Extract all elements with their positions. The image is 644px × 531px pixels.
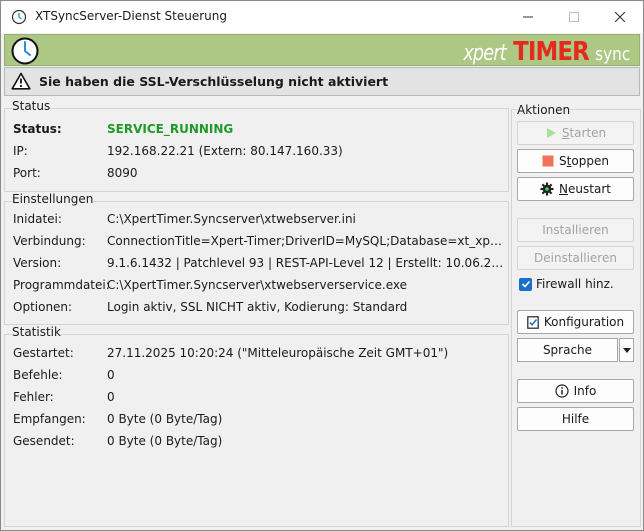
ssl-warning-bar: Sie haben die SSL-Verschlüsselung nicht … (4, 67, 640, 96)
port-value: 8090 (107, 166, 138, 180)
started-value: 27.11.2025 10:20:24 ("Mitteleuropäische … (107, 346, 449, 360)
group-title: Statistik (12, 325, 61, 339)
firewall-label: Firewall hinz. (536, 277, 614, 291)
minimize-button[interactable] (505, 1, 551, 33)
header-banner: xpert TIMER sync (4, 34, 640, 67)
sent-label: Gesendet: (13, 434, 75, 448)
options-label: Optionen: (13, 300, 73, 314)
connection-label: Verbindung: (13, 234, 86, 248)
connection-value: ConnectionTitle=Xpert-Timer;DriverID=MyS… (107, 234, 507, 248)
window-title: XTSyncServer-Dienst Steuerung (35, 9, 227, 23)
language-arrow[interactable] (619, 338, 634, 362)
errors-value: 0 (107, 390, 115, 404)
ip-value: 192.168.22.21 (Extern: 80.147.160.33) (107, 144, 343, 158)
status-label: Status: (13, 122, 62, 136)
commands-value: 0 (107, 368, 115, 382)
received-label: Empfangen: (13, 412, 86, 426)
statistics-group: Statistik Gestartet: 27.11.2025 10:20:24… (4, 325, 509, 527)
program-file-value: C:\XpertTimer.Syncserver\xtwebserverserv… (107, 278, 407, 292)
commands-label: Befehle: (13, 368, 63, 382)
language-button[interactable]: Sprache (517, 338, 618, 362)
status-value: SERVICE_RUNNING (107, 122, 234, 136)
xperttimer-logo: xpert TIMER sync (463, 37, 630, 67)
program-file-label: Programmdatei: (13, 278, 110, 292)
group-title: Aktionen (517, 103, 571, 117)
info-button[interactable]: Info (517, 379, 634, 403)
uninstall-button[interactable]: Deinstallieren (517, 246, 634, 270)
app-window: XTSyncServer-Dienst Steuerung xpert TIME… (0, 0, 644, 531)
stop-button[interactable]: Stoppen (517, 149, 634, 173)
close-icon (615, 12, 625, 22)
restart-button[interactable]: Neustart (517, 177, 634, 201)
maximize-icon (569, 12, 579, 22)
errors-label: Fehler: (13, 390, 54, 404)
configuration-button[interactable]: Konfiguration (517, 310, 634, 334)
inifile-value: C:\XpertTimer.Syncserver\xtwebserver.ini (107, 212, 356, 226)
ip-label: IP: (13, 144, 28, 158)
checkmark-icon (521, 280, 530, 288)
options-value: Login aktiv, SSL NICHT aktiv, Kodierung:… (107, 300, 408, 314)
close-button[interactable] (597, 1, 643, 33)
title-bar[interactable]: XTSyncServer-Dienst Steuerung (1, 1, 643, 33)
status-group: Status Status: SERVICE_RUNNING IP: 192.1… (4, 99, 509, 192)
config-checklist-icon (527, 315, 539, 329)
settings-group: Einstellungen Inidatei: C:\XpertTimer.Sy… (4, 192, 509, 325)
clock-icon (11, 9, 27, 25)
info-panel: Status Status: SERVICE_RUNNING IP: 192.1… (4, 99, 509, 527)
inifile-label: Inidatei: (13, 212, 62, 226)
group-title: Status (12, 99, 51, 113)
received-value: 0 Byte (0 Byte/Tag) (107, 412, 223, 426)
install-button[interactable]: Installieren (517, 218, 634, 242)
start-button[interactable]: Starten (517, 121, 634, 145)
language-dropdown[interactable]: Sprache (517, 338, 634, 362)
maximize-button[interactable] (551, 1, 597, 33)
group-title: Einstellungen (12, 192, 94, 206)
started-label: Gestartet: (13, 346, 74, 360)
actions-panel: Aktionen Starten Stoppen Neustart Instal… (511, 99, 641, 527)
play-icon (546, 128, 556, 138)
sent-value: 0 Byte (0 Byte/Tag) (107, 434, 223, 448)
firewall-checkbox[interactable]: Firewall hinz. (519, 277, 614, 291)
version-label: Version: (13, 256, 62, 270)
help-button[interactable]: Hilfe (517, 407, 634, 431)
gear-icon (540, 182, 554, 196)
warning-text: Sie haben die SSL-Verschlüsselung nicht … (39, 74, 389, 89)
port-label: Port: (13, 166, 41, 180)
caret-down-icon (622, 347, 631, 353)
minimize-icon (523, 16, 533, 18)
warning-icon (11, 72, 31, 90)
version-value: 9.1.6.1432 | Patchlevel 93 | REST-API-Le… (107, 256, 507, 270)
info-icon (555, 384, 569, 398)
clock-icon (11, 37, 39, 65)
stop-icon (542, 155, 554, 167)
